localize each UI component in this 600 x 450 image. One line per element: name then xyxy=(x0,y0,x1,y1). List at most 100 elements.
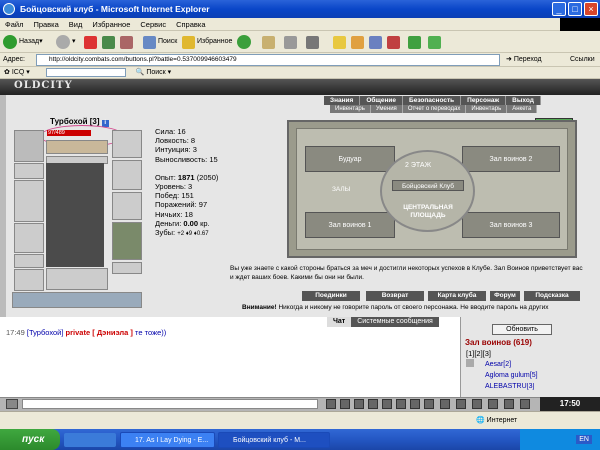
close-icon[interactable]: × xyxy=(584,2,598,16)
pants-slot[interactable] xyxy=(112,222,142,260)
refresh-button[interactable] xyxy=(102,34,115,50)
armor-slot[interactable] xyxy=(14,223,44,253)
filter-icon[interactable] xyxy=(368,399,378,409)
menu-favorites[interactable]: Избранное xyxy=(87,18,135,31)
subnav-skills[interactable]: Умения xyxy=(370,105,403,113)
shield-slot[interactable] xyxy=(112,192,142,220)
exit-icon[interactable] xyxy=(520,399,530,409)
start-button[interactable]: пуск xyxy=(0,429,60,450)
tool-button-3[interactable] xyxy=(369,34,382,50)
subnav-profile[interactable]: Анкета xyxy=(507,105,538,113)
home-button[interactable] xyxy=(120,34,133,50)
menu-file[interactable]: Файл xyxy=(0,18,28,31)
settings-icon[interactable] xyxy=(424,399,434,409)
send-icon[interactable] xyxy=(326,399,336,409)
left-strip xyxy=(0,95,6,317)
tab-system-messages[interactable]: Системные сообщения xyxy=(351,317,439,327)
bag-icon[interactable] xyxy=(488,399,498,409)
stop-button[interactable] xyxy=(84,34,97,50)
links-search-button[interactable]: 🔍 Поиск ▾ xyxy=(136,69,172,76)
map-hall-1[interactable]: Зал воинов 1 xyxy=(305,212,395,238)
player-aesar[interactable]: Aesar[2] xyxy=(485,361,511,368)
clear-icon[interactable] xyxy=(340,399,350,409)
gloves-slot[interactable] xyxy=(112,160,142,190)
mail-icon-2[interactable] xyxy=(472,399,482,409)
icq-button[interactable]: ✿ ICQ ▾ xyxy=(0,69,30,76)
maximize-icon[interactable]: □ xyxy=(568,2,582,16)
smile-icon[interactable] xyxy=(354,399,364,409)
tool-button-6[interactable] xyxy=(428,34,441,50)
boots-slot[interactable] xyxy=(112,262,142,274)
task-browser[interactable]: Бойцовский клуб - M... xyxy=(218,432,330,448)
tool-button-2[interactable] xyxy=(351,34,364,50)
welcome-text: Вы уже знаете с какой стороны браться за… xyxy=(230,265,583,281)
mail-button[interactable] xyxy=(262,34,275,50)
address-input[interactable]: http://oldcity.combats.com/buttons.pl?ba… xyxy=(36,54,500,66)
search-button[interactable]: Поиск xyxy=(143,34,177,50)
task-winamp[interactable]: 17. As I Lay Dying - E... xyxy=(120,432,215,448)
tool-button-5[interactable] xyxy=(408,34,421,50)
chat-input[interactable] xyxy=(22,399,318,409)
inventory-icon[interactable] xyxy=(440,399,450,409)
weapon-slot[interactable] xyxy=(14,180,44,222)
menu-tools[interactable]: Сервис xyxy=(135,18,171,31)
chat-options-icon[interactable] xyxy=(6,399,18,409)
belt-slot[interactable] xyxy=(14,254,44,268)
tool-button-4[interactable] xyxy=(387,34,400,50)
person-icon[interactable] xyxy=(382,399,392,409)
nav-communication[interactable]: Общение xyxy=(360,96,404,105)
links-search-input[interactable] xyxy=(45,67,126,77)
ring-slots-left[interactable] xyxy=(14,269,44,291)
menu-edit[interactable]: Правка xyxy=(28,18,63,31)
friends-icon[interactable] xyxy=(504,399,514,409)
edit-button[interactable] xyxy=(306,34,319,50)
links-label[interactable]: Ссылки xyxy=(570,54,595,66)
quick-launch[interactable] xyxy=(64,433,116,447)
club-map-button[interactable]: Карта клуба xyxy=(428,291,486,301)
messenger-button[interactable] xyxy=(333,34,346,50)
subnav-inventory-2[interactable]: Инвентарь xyxy=(466,105,508,113)
windows-logo xyxy=(560,18,600,31)
nav-exit[interactable]: Выход xyxy=(506,96,541,105)
inventory-icons-row[interactable] xyxy=(12,292,142,308)
history-button[interactable] xyxy=(237,34,253,50)
translit-icon[interactable] xyxy=(396,399,406,409)
map-hall-3[interactable]: Зал воинов 3 xyxy=(462,212,560,238)
stat-draws: Ничьих: 18 xyxy=(155,209,193,219)
amulet-slot[interactable] xyxy=(14,163,44,179)
ring-slot-right[interactable] xyxy=(112,130,142,158)
minimize-icon[interactable]: _ xyxy=(552,2,566,16)
clan-icon[interactable] xyxy=(456,399,466,409)
back-button[interactable]: Назад ▾ xyxy=(3,34,43,50)
subnav-transfers[interactable]: Отчет о переводах xyxy=(402,105,467,113)
player-alebastru[interactable]: ALEBASTRU[3] xyxy=(485,383,534,391)
pdf-icon xyxy=(387,35,400,49)
scroll-icon[interactable] xyxy=(410,399,420,409)
refresh-room-button[interactable]: Обновить xyxy=(492,324,552,335)
duels-button[interactable]: Поединки xyxy=(302,291,360,301)
helmet-slot[interactable] xyxy=(14,130,44,162)
charm-slots[interactable] xyxy=(46,268,108,290)
nav-character[interactable]: Персонаж xyxy=(461,96,507,105)
tab-chat[interactable]: Чат xyxy=(327,317,352,327)
forum-button[interactable]: Форум xyxy=(490,291,520,301)
menu-help[interactable]: Справка xyxy=(171,18,210,31)
player-agloma[interactable]: Agloma gulum[5] xyxy=(485,372,538,379)
go-button[interactable]: ➜ Переход xyxy=(506,54,542,66)
map-square[interactable]: ЦЕНТРАЛЬНАЯ ПЛОЩАДЬ xyxy=(392,204,464,220)
map-hall-2[interactable]: Зал воинов 2 xyxy=(462,146,560,172)
buff-icons-row[interactable] xyxy=(46,140,108,154)
forward-button[interactable]: ▾ xyxy=(56,34,76,50)
map-club[interactable]: Бойцовский Клуб xyxy=(392,180,464,191)
hint-button[interactable]: Подсказка xyxy=(524,291,580,301)
menu-view[interactable]: Вид xyxy=(64,18,88,31)
room-pages[interactable]: [1][2][3] xyxy=(466,349,491,358)
map-boudoir[interactable]: Будуар xyxy=(305,146,395,172)
language-indicator[interactable]: EN xyxy=(576,435,592,444)
nav-knowledge[interactable]: Знания xyxy=(324,96,361,105)
nav-security[interactable]: Безопасность xyxy=(403,96,462,105)
favorites-button[interactable]: Избранное xyxy=(182,34,232,50)
print-button[interactable] xyxy=(284,34,297,50)
return-button[interactable]: Возврат xyxy=(366,291,424,301)
subnav-inventory[interactable]: Инвентарь xyxy=(330,105,371,113)
